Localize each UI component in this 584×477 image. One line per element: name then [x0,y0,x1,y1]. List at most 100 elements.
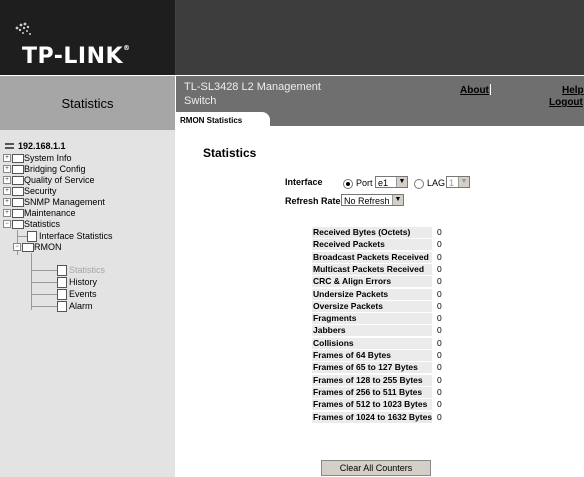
port-select-value: e1 [378,178,389,188]
table-row: Frames of 256 to 511 Bytes 0 [312,386,452,399]
nav-item-maintenance[interactable]: Maintenance [24,208,76,218]
collapse-icon[interactable]: − [13,243,21,251]
counter-label: Fragments [312,313,432,325]
nav-item-system-info[interactable]: System Info [24,153,72,163]
counter-label: CRC & Align Errors [312,276,432,288]
tree-line [31,306,57,307]
page-icon [57,301,67,312]
nav-item-history[interactable]: History [69,277,97,287]
chevron-down-icon: ▼ [392,195,403,205]
counter-label: Received Packets [312,239,432,251]
counter-value: 0 [437,227,442,237]
nav-item-alarm[interactable]: Alarm [69,301,93,311]
folder-icon [12,209,24,218]
refresh-rate-label: Refresh Rate [285,196,341,206]
table-row: Collisions 0 [312,337,452,350]
counter-value: 0 [437,300,442,311]
page-icon [27,231,37,242]
port-radio[interactable] [343,179,353,189]
counter-value: 0 [437,239,442,250]
tree-line [31,282,57,283]
lag-select[interactable]: 1 ▼ [446,176,470,188]
table-row: Frames of 65 to 127 Bytes 0 [312,362,452,374]
counter-label: Multicast Packets Received [312,263,432,275]
counter-label: Oversize Packets [312,300,432,312]
product-name: TL-SL3428 L2 Management Switch [184,81,321,107]
nav-item-statistics[interactable]: Statistics [24,219,60,229]
counter-label: Frames of 256 to 511 Bytes [312,386,432,398]
counter-value: 0 [437,350,442,360]
nav-item-rmon-statistics[interactable]: Statistics [69,265,105,275]
counter-label: Broadcast Packets Received [312,251,432,263]
table-row: Frames of 1024 to 1632 Bytes 0 [312,411,452,424]
counter-label: Undersize Packets [312,288,432,300]
refresh-rate-value: No Refresh [344,196,390,206]
about-link[interactable]: About [460,85,489,96]
counter-value: 0 [437,362,442,373]
table-row: Frames of 64 Bytes 0 [312,350,452,362]
folder-icon [12,165,24,174]
tree-line [31,294,57,295]
table-row: Frames of 128 to 255 Bytes 0 [312,374,452,387]
left-nav: 192.168.1.1 + System Info + Bridging Con… [0,130,175,477]
nav-ip-address[interactable]: 192.168.1.1 [18,141,66,151]
refresh-rate-select[interactable]: No Refresh ▼ [341,194,404,206]
logout-link[interactable]: Logout [549,97,583,108]
table-row: Multicast Packets Received 0 [312,263,452,276]
section-title: Statistics [0,76,175,130]
collapse-icon[interactable]: − [3,220,11,228]
expand-icon[interactable]: + [3,209,11,217]
help-link[interactable]: Help [562,85,584,96]
tp-link-logo: TP-LINK® [22,44,131,69]
nav-item-events[interactable]: Events [69,289,97,299]
device-icon [5,143,14,149]
nav-item-quality-of-service[interactable]: Quality of Service [24,175,95,185]
nav-item-rmon[interactable]: RMON [34,242,62,252]
counter-label: Frames of 65 to 127 Bytes [312,362,432,374]
brand-mark-icon [15,22,31,35]
page-icon [57,277,67,288]
page-icon [57,289,67,300]
counter-value: 0 [437,313,442,324]
table-row: Frames of 512 to 1023 Bytes 0 [312,399,452,411]
counter-label: Collisions [312,337,432,349]
nav-item-bridging-config[interactable]: Bridging Config [24,164,86,174]
tab-rmon-statistics[interactable]: RMON Statistics [176,112,270,130]
nav-item-security[interactable]: Security [24,186,57,196]
expand-icon[interactable]: + [3,165,11,173]
port-label: Port [356,178,373,188]
table-row: Received Bytes (Octets) 0 [312,227,452,239]
table-row: CRC & Align Errors 0 [312,276,452,288]
table-row: Received Packets 0 [312,239,452,251]
counter-value: 0 [437,251,442,262]
lag-radio[interactable] [414,179,424,189]
expand-icon[interactable]: + [3,187,11,195]
lag-label: LAG [427,178,446,188]
table-row: Oversize Packets 0 [312,300,452,313]
folder-icon [12,198,24,207]
counter-value: 0 [437,386,442,397]
counter-label: Frames of 512 to 1023 Bytes [312,399,432,411]
open-folder-icon [22,243,34,252]
counter-label: Received Bytes (Octets) [312,227,432,238]
clear-all-counters-button[interactable]: Clear All Counters [321,460,431,476]
table-row: Fragments 0 [312,313,452,325]
expand-icon[interactable]: + [3,198,11,206]
counter-value: 0 [437,399,442,410]
counter-value: 0 [437,325,442,336]
nav-item-interface-statistics[interactable]: Interface Statistics [39,231,113,241]
top-banner [176,0,584,75]
page-title: Statistics [203,146,257,160]
link-separator [490,84,491,95]
counter-label: Frames of 128 to 255 Bytes [312,374,432,386]
expand-icon[interactable]: + [3,154,11,162]
port-select[interactable]: e1 ▼ [375,176,408,188]
chevron-down-icon: ▼ [458,177,469,187]
expand-icon[interactable]: + [3,176,11,184]
nav-item-snmp-management[interactable]: SNMP Management [24,197,105,207]
table-row: Undersize Packets 0 [312,288,452,301]
counter-label: Frames of 64 Bytes [312,350,432,361]
page-icon [57,265,67,276]
lag-select-value: 1 [449,178,455,188]
open-folder-icon [12,220,24,229]
